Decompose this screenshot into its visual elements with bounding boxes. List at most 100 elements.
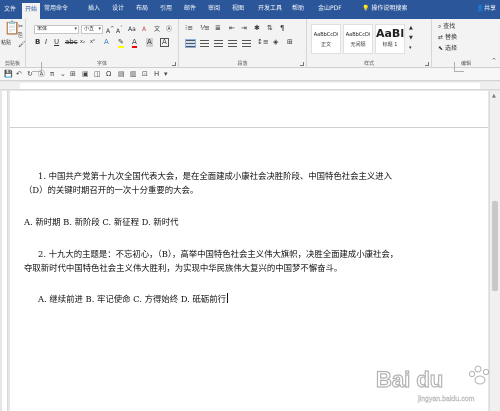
undo-icon[interactable]: ↶ [16, 69, 22, 80]
italic-icon[interactable]: I [45, 38, 47, 47]
style-no-spacing[interactable]: AaBbCcDi 无间隔 [343, 24, 373, 54]
tab-mailings[interactable]: 邮件 [184, 3, 196, 15]
bullets-icon[interactable]: ⁝≡ [185, 24, 193, 33]
sort-icon[interactable]: ⇅ [267, 24, 273, 33]
font-name-combo[interactable]: 宋体 ▾ [34, 25, 79, 34]
highlight-icon[interactable]: ✎ [118, 38, 124, 48]
scroll-thumb[interactable] [492, 201, 498, 291]
tab-kingsoft-pdf[interactable]: 金山PDF [318, 3, 342, 15]
style-heading-1[interactable]: AaBl 标题 1 [375, 24, 405, 54]
replace-button[interactable]: ⇄ 替换 [438, 33, 457, 42]
find-button[interactable]: ⌕ 查找 [438, 22, 455, 31]
shading-icon[interactable]: ◈ [273, 38, 278, 47]
page-break [10, 127, 488, 128]
tab-review[interactable]: 审阅 [208, 3, 220, 15]
underline-icon[interactable]: U [54, 38, 59, 47]
ribbon-tab-bar: 文件 开始 常用命令 插入 设计 布局 引用 邮件 审阅 视图 开发工具 帮助 … [0, 0, 500, 19]
align-left-icon[interactable] [185, 39, 196, 48]
paste-button[interactable]: 粘贴 [1, 39, 11, 48]
styles-dialog-launcher[interactable] [425, 62, 429, 66]
tab-home[interactable]: 开始 [22, 3, 41, 19]
style-normal[interactable]: AaBbCcDi 正文 [311, 24, 341, 54]
save-icon[interactable]: 💾 [4, 69, 13, 80]
font-dialog-launcher[interactable] [172, 62, 176, 66]
multilevel-list-icon[interactable]: ≣ [215, 24, 221, 33]
text-effects-icon[interactable]: A [104, 38, 109, 47]
tell-me-search[interactable]: 💡 操作说明搜索 [362, 3, 407, 15]
heading-icon[interactable]: H [154, 69, 159, 80]
format-painter-icon[interactable]: 🖌 [18, 40, 26, 49]
group-clipboard: 📋 粘贴 ✂ ⎘ 🖌 剪贴板 [0, 19, 26, 68]
textbox-icon[interactable]: ▤ [118, 69, 125, 80]
question-1-line-1[interactable]: 1. 中国共产党第十九次全国代表大会，是在全面建成小康社会决胜阶段、中国特色社会… [38, 170, 392, 182]
grid-icon[interactable]: ⊡ [142, 69, 148, 80]
question-2-options[interactable]: A. 继续前进 B. 牢记使命 C. 方得始终 D. 砥砺前行 [38, 293, 229, 305]
bold-icon[interactable]: B [35, 38, 40, 47]
paragraph-dialog-launcher[interactable] [300, 62, 304, 66]
tab-references[interactable]: 引用 [160, 3, 172, 15]
increase-indent-icon[interactable]: ⇥ [241, 24, 247, 33]
tab-design[interactable]: 设计 [112, 3, 124, 15]
text-cursor [227, 293, 229, 303]
change-case-icon[interactable]: Aa [128, 25, 136, 34]
select-button[interactable]: ⬉ 选择 [438, 44, 457, 53]
tab-file[interactable]: 文件 [0, 0, 20, 19]
show-marks-icon[interactable]: ¶ [280, 24, 284, 33]
numbering-icon[interactable]: ⅟≡ [200, 24, 210, 33]
phonetic-guide-icon[interactable]: 文 [154, 25, 160, 34]
equation-icon[interactable]: π [50, 69, 54, 80]
align-right-icon[interactable] [214, 40, 223, 47]
grow-font-icon[interactable]: A^ [106, 25, 114, 36]
question-1-options[interactable]: A. 新时期 B. 新阶段 C. 新征程 D. 新时代 [24, 216, 179, 228]
customize-qat-icon[interactable]: ▾ [164, 69, 168, 80]
font-color-icon[interactable]: A [132, 38, 137, 48]
tab-help[interactable]: 帮助 [292, 3, 304, 15]
chart-icon[interactable]: ▥ [130, 69, 137, 80]
table-icon[interactable]: ⊞ [70, 69, 76, 80]
picture-icon[interactable]: ▣ [82, 69, 89, 80]
question-2-line-1[interactable]: 2. 十九大的主题是：不忘初心，（B），高举中国特色社会主义伟大旗帜，决胜全面建… [38, 248, 398, 260]
enclose-char-icon[interactable]: Ⓐ [166, 25, 172, 34]
borders-icon[interactable]: ⊞ [287, 38, 293, 47]
clear-format-icon[interactable]: A [142, 25, 146, 34]
tab-view[interactable]: 视图 [232, 3, 244, 15]
margin-mark-top-left [32, 62, 42, 72]
person-icon: 👤 [476, 5, 484, 12]
group-label-styles: 样式 [363, 61, 374, 67]
tab-developer[interactable]: 开发工具 [258, 3, 282, 15]
font-size-combo[interactable]: 小五 ▾ [81, 25, 103, 34]
share-button[interactable]: 👤共享 [477, 3, 497, 15]
question-2-line-2[interactable]: 夺取新时代中国特色社会主义伟大胜利，为实现中华民族伟大复兴的中国梦不懈奋斗。 [24, 262, 342, 274]
styles-more-icon[interactable]: ▾ [409, 44, 412, 53]
chevron-down-icon[interactable]: ⌄ [60, 69, 66, 80]
tab-layout[interactable]: 布局 [136, 3, 148, 15]
copy-icon[interactable]: ⎘ [18, 31, 23, 40]
subscript-icon[interactable]: x₂ [80, 38, 85, 47]
baidu-watermark: Bai du jingyan.baidu.com [374, 361, 492, 407]
vertical-ruler[interactable] [2, 91, 8, 411]
styles-scroll-down-icon[interactable]: ▼ [409, 34, 413, 43]
strikethrough-icon[interactable]: abc [65, 38, 78, 47]
scroll-up-icon[interactable]: ▲ [492, 93, 496, 99]
tab-common-commands[interactable]: 常用命令 [44, 3, 68, 15]
chinese-layout-icon[interactable]: ✱ [254, 24, 260, 33]
superscript-icon[interactable]: x² [90, 38, 95, 47]
symbol-icon[interactable]: Ω [106, 69, 111, 80]
char-border-icon[interactable]: A [160, 38, 169, 47]
tab-insert[interactable]: 插入 [88, 3, 100, 15]
align-center-icon[interactable] [200, 40, 209, 47]
justify-icon[interactable] [228, 40, 237, 47]
shapes-icon[interactable]: ◫ [94, 69, 101, 80]
line-spacing-icon[interactable]: ↕≡ [257, 38, 269, 47]
char-shading-icon[interactable]: A [146, 38, 153, 47]
decrease-indent-icon[interactable]: ⇤ [229, 24, 235, 33]
styles-scroll-up-icon[interactable]: ▲ [409, 24, 413, 33]
shrink-font-icon[interactable]: Aˇ [116, 25, 123, 36]
group-label-paragraph: 段落 [237, 61, 248, 67]
question-1-line-2[interactable]: （D）的关键时期召开的一次十分重要的大会。 [24, 184, 198, 196]
collapse-ribbon-icon[interactable]: ^ [492, 57, 496, 66]
cut-icon[interactable]: ✂ [18, 22, 23, 31]
horizontal-ruler[interactable] [0, 82, 500, 90]
distributed-icon[interactable] [242, 40, 251, 47]
lightbulb-icon: 💡 [362, 5, 370, 12]
